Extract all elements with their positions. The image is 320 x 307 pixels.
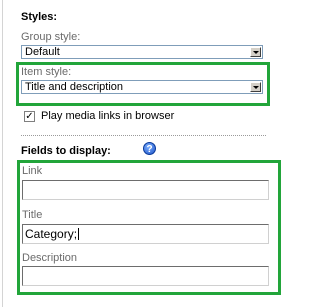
section-divider (21, 135, 266, 136)
checkmark-icon: ✓ (25, 111, 34, 122)
left-border (2, 0, 3, 307)
question-mark-icon[interactable]: ? (143, 142, 156, 155)
fields-heading: Fields to display: (21, 145, 111, 157)
title-label: Title (22, 209, 43, 221)
title-value: Category; (25, 227, 78, 241)
chevron-down-icon[interactable] (250, 82, 261, 92)
item-style-value: Title and description (25, 81, 124, 93)
play-media-label: Play media links in browser (41, 110, 175, 122)
chevron-down-icon[interactable] (250, 47, 261, 57)
description-label: Description (22, 252, 78, 264)
group-style-label: Group style: (21, 31, 81, 43)
play-media-checkbox[interactable]: ✓ (24, 111, 35, 122)
item-style-label: Item style: (21, 66, 72, 78)
title-field[interactable]: Category; (22, 224, 269, 244)
group-style-select[interactable]: Default (21, 45, 263, 59)
group-style-value: Default (25, 46, 60, 58)
item-style-select[interactable]: Title and description (21, 80, 263, 94)
text-cursor (78, 228, 80, 240)
description-field[interactable] (22, 266, 269, 286)
link-field[interactable] (22, 180, 269, 200)
link-label: Link (22, 165, 43, 177)
styles-heading: Styles: (21, 11, 58, 23)
